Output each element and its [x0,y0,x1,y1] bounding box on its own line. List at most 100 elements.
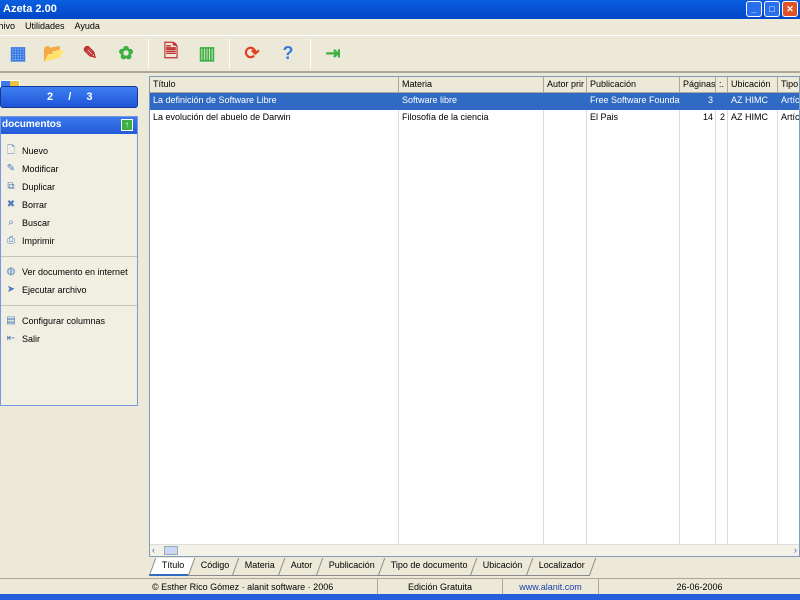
table-row[interactable]: La evolución del abuelo de Darwin Filosof… [150,110,800,127]
panel-item-buscar[interactable]: ⌕ Buscar [1,214,137,232]
panel-item-duplicar[interactable]: ⧉ Duplicar [1,178,137,196]
scroll-left-icon[interactable]: ‹ [152,545,155,555]
panel-item-label: Imprimir [22,236,55,246]
table-cell [716,93,728,109]
status-copyright: © Esther Rico Gómez · alanit software · … [0,579,378,594]
tab-ubicación[interactable]: Ubicación [470,558,535,576]
table-cell: Artíc [781,112,800,122]
table-row[interactable]: La definición de Software Libre Software … [150,93,800,110]
toolbar-separator [229,38,230,69]
panel-item-label: Modificar [22,164,59,174]
divider [1,256,137,257]
tab-localizador[interactable]: Localizador [525,558,597,576]
panel-header[interactable]: documentos ↑ [1,117,137,134]
toolbar-separator [148,38,149,69]
tab-label: Localizador [538,560,585,570]
collapse-arrow-icon[interactable]: ↑ [121,119,133,131]
current-record: 2 [47,91,54,103]
tab-publicación[interactable]: Publicación [315,558,386,576]
column-header[interactable]: Autor prir [544,77,587,93]
green-cabinet-icon: ▥ [198,43,216,63]
tab-label: Ubicación [483,560,523,570]
minimize-button[interactable]: _ [746,1,762,17]
column-header[interactable]: Páginas [680,77,716,93]
table-cell: AZ HIMC [731,112,768,122]
counter-separator: / [68,91,72,103]
refresh-arrows-button[interactable]: ⟳ [238,40,266,68]
menu-0[interactable]: chivo [0,21,15,35]
columns-icon: ▤ [6,315,16,326]
table-header: Título Materia Autor prir Publicación Página… [150,77,799,93]
panel-item-label: Salir [22,334,41,344]
tab-label: Materia [244,560,275,570]
scroll-right-icon[interactable]: › [794,545,797,555]
column-header[interactable]: Tipo [778,77,800,93]
documents-grid-icon: ▦ [9,43,27,63]
panel-item-modificar[interactable]: ✎ Modificar [1,160,137,178]
panel-item-label: Nuevo [22,146,49,156]
column-header[interactable]: Publicación [587,77,680,93]
table-cell: El Pais [590,112,619,122]
documents-table: Título Materia Autor prir Publicación Página… [149,76,800,557]
column-header[interactable]: Materia [399,77,544,93]
divider [1,305,137,306]
panel-item-salir[interactable]: ⇤ Salir [1,330,137,348]
total-records: 3 [86,91,93,103]
certificate-document-button[interactable]: 🗎 [157,40,185,68]
column-divider [777,93,778,544]
panel-item-nuevo[interactable]: 🗋 Nuevo [1,142,137,160]
maximize-button[interactable]: □ [764,1,780,17]
panel-item-ver-documento-en-internet[interactable]: ◍ Ver documento en internet [1,263,137,281]
edit-pencil-icon: ✎ [82,43,98,63]
menu-bar: chivo Utilidades Ayuda [0,19,800,35]
table-cell: Artíc [781,95,800,105]
table-cell: 3 [707,95,713,105]
scroll-thumb[interactable] [164,546,178,555]
new-document-icon: 🗋 [6,145,16,156]
status-url[interactable]: www.alanit.com [503,579,599,594]
column-header[interactable]: :. [716,77,728,93]
certificate-document-icon: 🗎 [163,40,179,61]
documents-grid-button[interactable]: ▦ [4,40,32,68]
column-divider [543,93,544,544]
open-folder-button[interactable]: 📂 [40,40,68,68]
table-cell: AZ HIMC [731,95,768,105]
panel-item-label: Configurar columnas [22,316,106,326]
edit-pencil-button[interactable]: ✎ [76,40,104,68]
tab-label: Título [161,560,185,570]
help-button[interactable]: ? [274,40,302,68]
title-bar: Azeta 2.00 _ □ ✕ [0,0,800,19]
panel-item-imprimir[interactable]: ⎙ Imprimir [1,232,137,250]
tab-label: Tipo de documento [390,560,468,570]
print-icon: ⎙ [7,235,15,246]
column-divider [586,93,587,544]
green-cabinet-button[interactable]: ▥ [193,40,221,68]
tab-tipo-de-documento[interactable]: Tipo de documento [377,558,479,576]
table-cell [544,110,587,126]
panel-item-ejecutar-archivo[interactable]: ➤ Ejecutar archivo [1,281,137,299]
exit-door-button[interactable]: ⇥ [319,40,347,68]
panel-item-configurar-columnas[interactable]: ▤ Configurar columnas [1,312,137,330]
column-header[interactable]: Ubicación [728,77,778,93]
help-icon: ? [282,43,294,63]
horizontal-scrollbar[interactable]: ‹ › [150,544,799,556]
open-folder-icon: 📂 [42,43,66,63]
run-file-icon: ➤ [6,284,16,295]
award-ribbon-button[interactable]: ✿ [112,40,140,68]
column-divider [727,93,728,544]
column-header[interactable]: Título [150,77,399,93]
table-cell [544,93,587,109]
status-bar: © Esther Rico Gómez · alanit software · … [0,578,800,594]
menu-2[interactable]: Ayuda [75,21,100,35]
close-button[interactable]: ✕ [782,1,798,17]
table-cell: Software libre [402,95,458,105]
window-title: Azeta 2.00 [3,3,57,15]
documents-task-panel: documentos ↑ 🗋 Nuevo ✎ Modificar ⧉ Duplicar ✖ Bo… [0,116,138,406]
tab-label: Código [200,560,229,570]
menu-1[interactable]: Utilidades [25,21,65,35]
award-ribbon-icon: ✿ [118,43,134,63]
status-date: 26-06-2006 [676,582,723,592]
record-counter: 2 / 3 [0,86,138,108]
table-cell: 2 [719,112,725,122]
panel-item-borrar[interactable]: ✖ Borrar [1,196,137,214]
